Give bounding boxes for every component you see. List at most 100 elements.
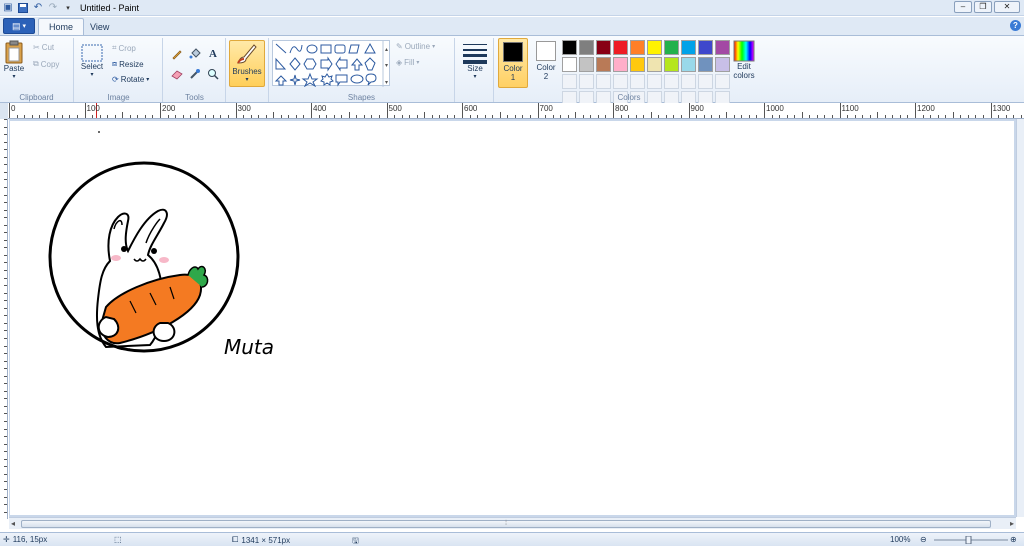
scissors-icon: ✂ bbox=[33, 43, 40, 52]
ruler-tick bbox=[4, 262, 7, 264]
ruler-tick bbox=[190, 115, 192, 118]
ruler-tick bbox=[522, 115, 524, 118]
ruler-tick bbox=[4, 390, 7, 392]
magnifier-tool[interactable] bbox=[205, 66, 221, 81]
pencil-tool[interactable] bbox=[169, 46, 185, 61]
select-label: Select bbox=[80, 62, 104, 71]
help-icon[interactable]: ? bbox=[1010, 20, 1021, 31]
paint-app-icon[interactable]: ▣ bbox=[2, 2, 14, 14]
ruler-tick bbox=[416, 115, 418, 118]
size-button[interactable]: Size ▾ bbox=[461, 42, 489, 80]
redo-icon[interactable]: ↷ bbox=[47, 2, 59, 14]
ruler-tick bbox=[801, 112, 803, 118]
ruler-tick bbox=[182, 115, 184, 118]
svg-text:▴: ▴ bbox=[385, 47, 388, 53]
ruler-tick bbox=[756, 115, 758, 118]
scroll-right-arrow-icon[interactable]: ▸ bbox=[1010, 519, 1014, 528]
ruler-tick bbox=[258, 115, 260, 118]
zoom-in-button[interactable]: ⊕ bbox=[1010, 535, 1017, 544]
ruler-tick bbox=[46, 112, 48, 118]
rotate-button[interactable]: ⟳ Rotate ▾ bbox=[112, 75, 149, 84]
resize-button[interactable]: ⧈ Resize bbox=[112, 59, 144, 69]
ruler-tick bbox=[280, 115, 282, 118]
ruler-tick bbox=[590, 115, 592, 118]
outline-button[interactable]: ✎ Outline ▾ bbox=[396, 42, 435, 51]
ruler-tick bbox=[4, 413, 7, 415]
save-icon[interactable] bbox=[17, 2, 29, 14]
ribbon-tabs: ▤ ▾ Home View ? bbox=[0, 17, 1024, 35]
ruler-tick bbox=[1020, 115, 1022, 118]
ruler-tick bbox=[4, 473, 7, 475]
zoom-out-button[interactable]: ⊖ bbox=[920, 535, 927, 544]
ribbon: Paste ▾ ✂ Cut ⧉ Copy Clipboard Select ▾ … bbox=[0, 35, 1024, 106]
cursor-position-text: 116, 15px bbox=[12, 535, 48, 544]
tab-home[interactable]: Home bbox=[38, 18, 85, 35]
ruler-tick bbox=[650, 112, 652, 118]
shapes-gallery[interactable]: ▴ ▾ ▾ bbox=[272, 40, 390, 88]
paint-menu-button[interactable]: ▤ ▾ bbox=[3, 18, 35, 34]
ruler-tick bbox=[4, 375, 7, 377]
ruler-tick bbox=[915, 103, 916, 118]
minus-icon: ⊖ bbox=[920, 535, 927, 544]
eraser-tool[interactable] bbox=[169, 66, 185, 81]
scroll-left-arrow-icon[interactable]: ◂ bbox=[11, 519, 15, 528]
ruler-tick bbox=[922, 115, 924, 118]
ruler-tick bbox=[401, 115, 403, 118]
ruler-tick bbox=[733, 115, 735, 118]
ruler-tick bbox=[779, 115, 781, 118]
ruler-tick bbox=[711, 115, 713, 118]
image-group: Select ▾ ⌗ Crop ⧈ Resize ⟳ Rotate ▾ Imag… bbox=[75, 38, 163, 102]
customize-quick-access-icon[interactable]: ▾ bbox=[62, 2, 74, 14]
close-button[interactable]: ✕ bbox=[994, 1, 1020, 13]
cut-button[interactable]: ✂ Cut bbox=[33, 43, 54, 52]
ruler-tick bbox=[990, 103, 992, 118]
ruler-tick bbox=[907, 115, 909, 118]
vertical-scrollbar[interactable] bbox=[1016, 119, 1024, 517]
undo-icon[interactable]: ↶ bbox=[32, 2, 44, 14]
ruler-tick bbox=[4, 224, 7, 226]
horizontal-scroll-thumb[interactable]: ⦙ bbox=[21, 520, 991, 528]
ruler-tick bbox=[288, 115, 290, 118]
ruler-tick bbox=[937, 115, 939, 118]
ruler-label: 1300 bbox=[992, 104, 1011, 113]
ruler-tick bbox=[4, 186, 7, 188]
ruler-tick bbox=[696, 115, 698, 118]
ruler-tick bbox=[4, 315, 7, 317]
outline-icon: ✎ bbox=[396, 42, 403, 51]
horizontal-scrollbar[interactable]: ◂ ⦙ ▸ bbox=[9, 517, 1016, 529]
crop-button[interactable]: ⌗ Crop bbox=[112, 43, 136, 53]
window-title: Untitled - Paint bbox=[80, 2, 140, 13]
zoom-slider[interactable] bbox=[934, 536, 1008, 544]
ruler-tick bbox=[212, 115, 214, 118]
drawing-canvas[interactable]: Muta bbox=[10, 121, 1014, 515]
tab-view[interactable]: View bbox=[80, 18, 119, 35]
ruler-tick bbox=[899, 115, 901, 118]
tools-group: A Tools bbox=[164, 38, 226, 102]
brushes-button[interactable]: Brushes ▾ bbox=[229, 40, 265, 87]
ruler-tick bbox=[4, 398, 7, 400]
ruler-tick bbox=[658, 115, 660, 118]
paste-label: Paste bbox=[3, 64, 25, 73]
horizontal-ruler: 0 100 200 300 400 500 600 700 800 900 1000 1100 1200… bbox=[8, 103, 1024, 119]
copy-button[interactable]: ⧉ Copy bbox=[33, 59, 59, 69]
minimize-button[interactable]: – bbox=[954, 1, 972, 13]
ruler-tick bbox=[446, 115, 448, 118]
brushes-label: Brushes bbox=[232, 67, 262, 76]
ruler-tick bbox=[484, 115, 486, 118]
text-tool[interactable]: A bbox=[205, 46, 221, 61]
ruler-label: 800 bbox=[615, 104, 629, 113]
ruler-tick bbox=[235, 103, 237, 118]
ruler-tick bbox=[4, 156, 7, 158]
fill-button[interactable]: ◈ Fill ▾ bbox=[396, 58, 419, 67]
fill-tool[interactable] bbox=[187, 46, 203, 61]
ruler-tick bbox=[620, 115, 622, 118]
ruler-tick bbox=[31, 115, 33, 118]
color-picker-tool[interactable] bbox=[187, 66, 203, 81]
select-button[interactable]: Select ▾ bbox=[79, 44, 105, 78]
maximize-button[interactable]: ❐ bbox=[974, 1, 992, 13]
ruler-tick bbox=[1005, 115, 1007, 118]
paste-button[interactable]: Paste ▾ bbox=[2, 40, 26, 80]
title-bar: ▣ ↶ ↷ ▾ Untitled - Paint – ❐ ✕ bbox=[0, 0, 1024, 16]
ruler-tick bbox=[998, 115, 1000, 118]
ruler-tick bbox=[4, 217, 7, 219]
